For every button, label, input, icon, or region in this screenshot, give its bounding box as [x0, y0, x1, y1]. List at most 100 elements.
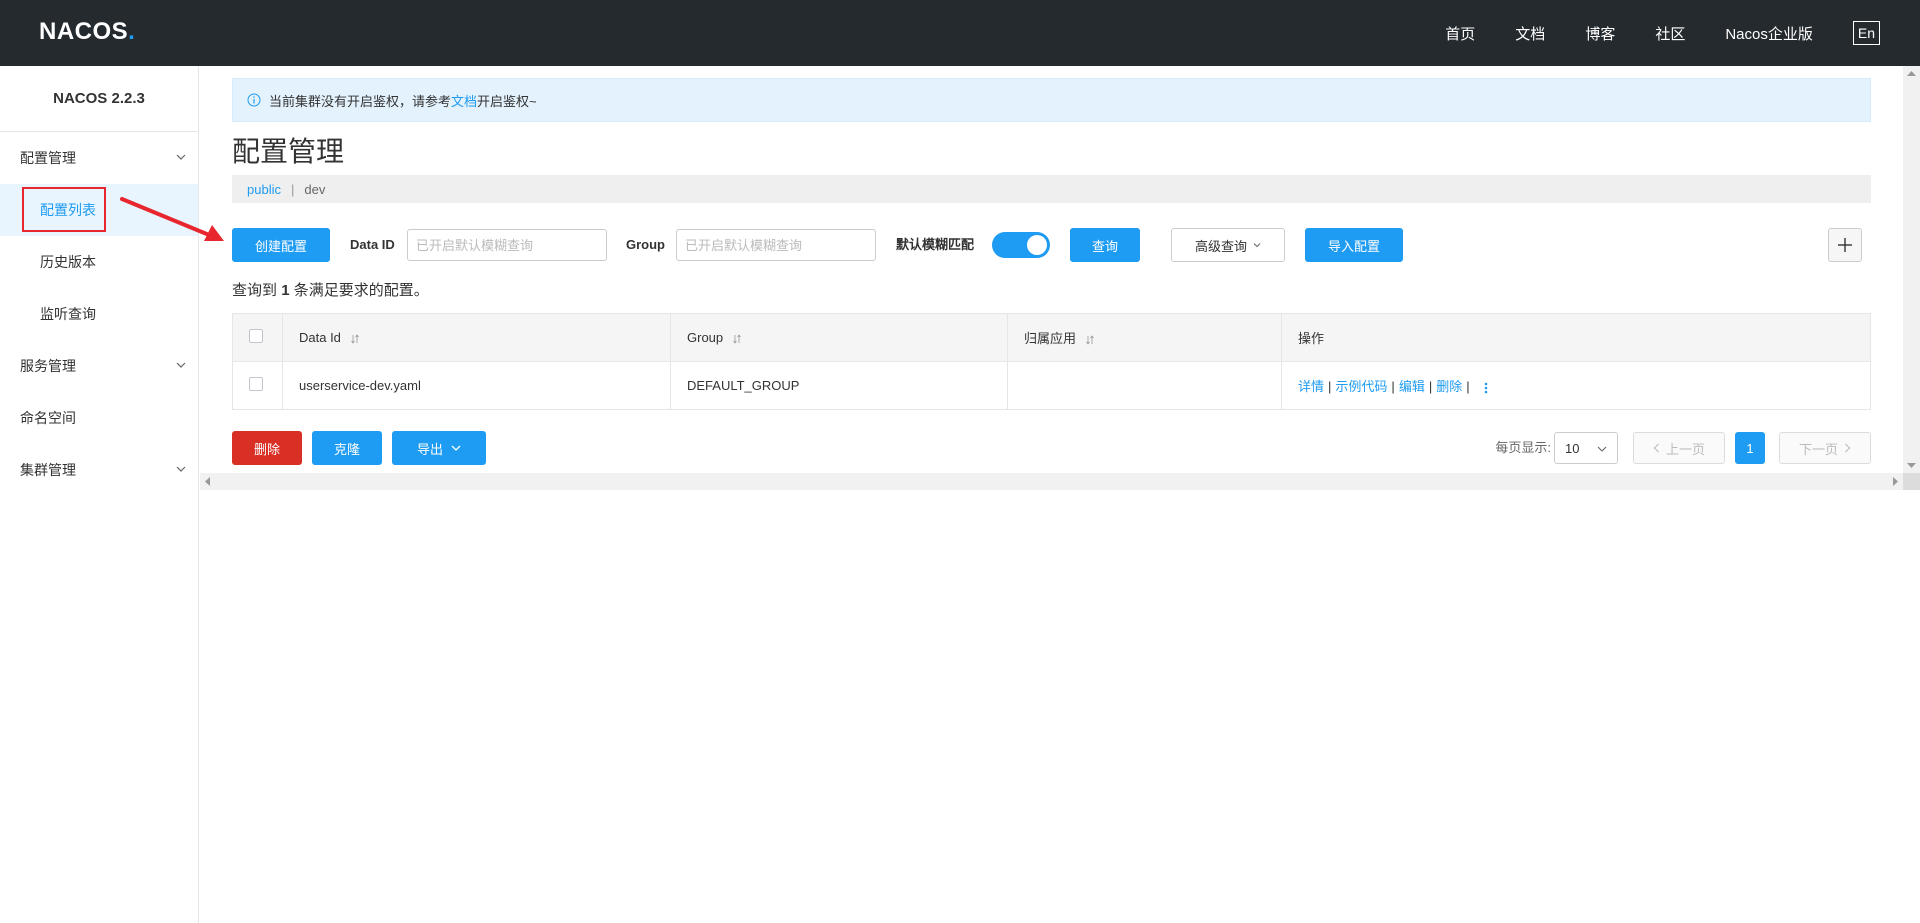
column-header-dataid[interactable]: Data Id — [282, 313, 671, 362]
page-number-button[interactable]: 1 — [1735, 432, 1765, 464]
fuzzy-match-toggle[interactable] — [992, 232, 1050, 258]
page-size-value: 10 — [1565, 440, 1580, 456]
namespace-separator: | — [290, 181, 295, 197]
scroll-down-icon[interactable] — [1907, 462, 1916, 468]
row-select-cell — [232, 361, 283, 410]
column-label: Data Id — [299, 330, 341, 345]
notice-docs-link[interactable]: 文档 — [451, 91, 477, 110]
more-options-icon[interactable] — [1481, 381, 1491, 395]
op-separator: | — [1391, 379, 1395, 394]
sort-icon[interactable] — [732, 333, 741, 344]
config-table: Data Id Group 归属应用 操作 userservice-dev.ya… — [232, 313, 1871, 410]
delete-link[interactable]: 删除 — [1436, 379, 1462, 394]
row-checkbox[interactable] — [249, 377, 263, 391]
sidebar-version: NACOS 2.2.3 — [0, 66, 198, 132]
column-label: Group — [687, 330, 724, 345]
add-button[interactable] — [1828, 228, 1862, 262]
scroll-right-icon[interactable] — [1892, 477, 1898, 486]
sidebar-group-config-management[interactable]: 配置管理 — [0, 132, 198, 184]
column-header-group[interactable]: Group — [670, 313, 1008, 362]
dataid-search-input[interactable] — [407, 229, 607, 261]
bottom-actions: 删除 克隆 导出 每页显示: 10 上一页 1 下一页 — [232, 431, 1871, 465]
sort-icon[interactable] — [1085, 334, 1094, 345]
table-header-row: Data Id Group 归属应用 操作 — [232, 313, 1871, 362]
dataid-label: Data ID — [350, 237, 395, 252]
scroll-left-icon[interactable] — [205, 477, 211, 486]
cell-operations: 详情 | 示例代码 | 编辑 | 删除 | — [1281, 361, 1871, 410]
logo-dot: . — [128, 18, 136, 45]
nav-community-link[interactable]: 社区 — [1655, 23, 1685, 44]
column-label: 操作 — [1298, 331, 1325, 346]
main-content: 当前集群没有开启鉴权，请参考 文档 开启鉴权~ 配置管理 public | dev … — [200, 66, 1920, 923]
create-config-button[interactable]: 创建配置 — [232, 228, 330, 262]
horizontal-scrollbar[interactable] — [200, 473, 1903, 490]
nav-home-link[interactable]: 首页 — [1445, 23, 1475, 44]
scroll-up-icon[interactable] — [1907, 71, 1916, 77]
language-switch-button[interactable]: En — [1852, 21, 1880, 45]
namespace-public-link[interactable]: public — [247, 182, 281, 197]
namespace-dev-link[interactable]: dev — [304, 182, 325, 197]
sidebar-group-cluster-management[interactable]: 集群管理 — [0, 444, 198, 496]
op-separator: | — [1328, 379, 1332, 394]
nav-blog-link[interactable]: 博客 — [1585, 23, 1615, 44]
import-config-button[interactable]: 导入配置 — [1305, 228, 1403, 262]
export-label: 导出 — [416, 441, 443, 457]
sidebar-group-label: 服务管理 — [20, 358, 76, 374]
page-title: 配置管理 — [232, 136, 345, 167]
advanced-query-label: 高级查询 — [1194, 238, 1247, 254]
notice-text-before: 当前集群没有开启鉴权，请参考 — [269, 93, 452, 109]
select-all-cell — [232, 313, 283, 362]
advanced-query-dropdown[interactable]: 高级查询 — [1171, 228, 1285, 262]
sidebar-group-namespace[interactable]: 命名空间 — [0, 392, 198, 444]
nav-enterprise-link[interactable]: Nacos企业版 — [1725, 23, 1813, 44]
cell-group: DEFAULT_GROUP — [670, 361, 1008, 410]
annotation-highlight-box — [22, 187, 106, 232]
prev-page-label: 上一页 — [1665, 441, 1705, 457]
query-button[interactable]: 查询 — [1070, 228, 1140, 262]
clone-button[interactable]: 克隆 — [312, 431, 382, 465]
auth-notice: 当前集群没有开启鉴权，请参考 文档 开启鉴权~ — [232, 78, 1871, 122]
column-header-app[interactable]: 归属应用 — [1007, 313, 1282, 362]
next-page-label: 下一页 — [1798, 441, 1838, 457]
prev-page-button[interactable]: 上一页 — [1633, 432, 1725, 464]
chevron-left-icon — [1653, 443, 1659, 453]
sidebar-item-listener-query[interactable]: 监听查询 — [0, 288, 198, 340]
page-size-label: 每页显示: — [1495, 440, 1551, 455]
op-separator: | — [1428, 379, 1433, 394]
cell-app — [1007, 361, 1282, 410]
next-page-button[interactable]: 下一页 — [1779, 432, 1871, 464]
sidebar-group-label: 集群管理 — [20, 462, 76, 478]
result-count-number: 1 — [281, 282, 290, 299]
page-size-select[interactable]: 10 — [1554, 432, 1618, 464]
top-nav: 首页 文档 博客 社区 Nacos企业版 En — [1405, 0, 1880, 66]
column-label: 归属应用 — [1024, 331, 1077, 346]
sidebar-item-label: 历史版本 — [40, 254, 96, 270]
result-prefix: 查询到 — [232, 282, 278, 299]
namespace-bar: public | dev — [232, 175, 1871, 203]
vertical-scrollbar[interactable] — [1903, 66, 1920, 473]
batch-delete-button[interactable]: 删除 — [232, 431, 302, 465]
top-header: NACOS. 首页 文档 博客 社区 Nacos企业版 En — [0, 0, 1920, 66]
detail-link[interactable]: 详情 — [1298, 379, 1324, 394]
sample-code-link[interactable]: 示例代码 — [1335, 379, 1387, 394]
scrollbar-corner — [1903, 473, 1920, 490]
op-separator: | — [1466, 379, 1470, 394]
export-dropdown[interactable]: 导出 — [392, 431, 486, 465]
chevron-right-icon — [1845, 443, 1851, 453]
logo-text: NACOS — [39, 18, 129, 45]
sidebar-group-service-management[interactable]: 服务管理 — [0, 340, 198, 392]
nav-docs-link[interactable]: 文档 — [1515, 23, 1545, 44]
sort-icon[interactable] — [350, 333, 359, 344]
table-row: userservice-dev.yaml DEFAULT_GROUP 详情 | 示例… — [232, 361, 1871, 410]
toggle-knob — [1027, 235, 1047, 255]
group-search-input[interactable] — [676, 229, 876, 261]
chevron-down-icon — [1253, 243, 1261, 248]
chevron-down-icon — [1597, 446, 1607, 452]
select-all-checkbox[interactable] — [249, 329, 263, 343]
edit-link[interactable]: 编辑 — [1399, 379, 1425, 394]
nacos-logo[interactable]: NACOS. — [39, 18, 135, 46]
group-label: Group — [626, 237, 665, 252]
sidebar-item-label: 监听查询 — [40, 306, 96, 322]
column-header-operations: 操作 — [1281, 313, 1871, 362]
chevron-down-icon — [176, 466, 186, 472]
